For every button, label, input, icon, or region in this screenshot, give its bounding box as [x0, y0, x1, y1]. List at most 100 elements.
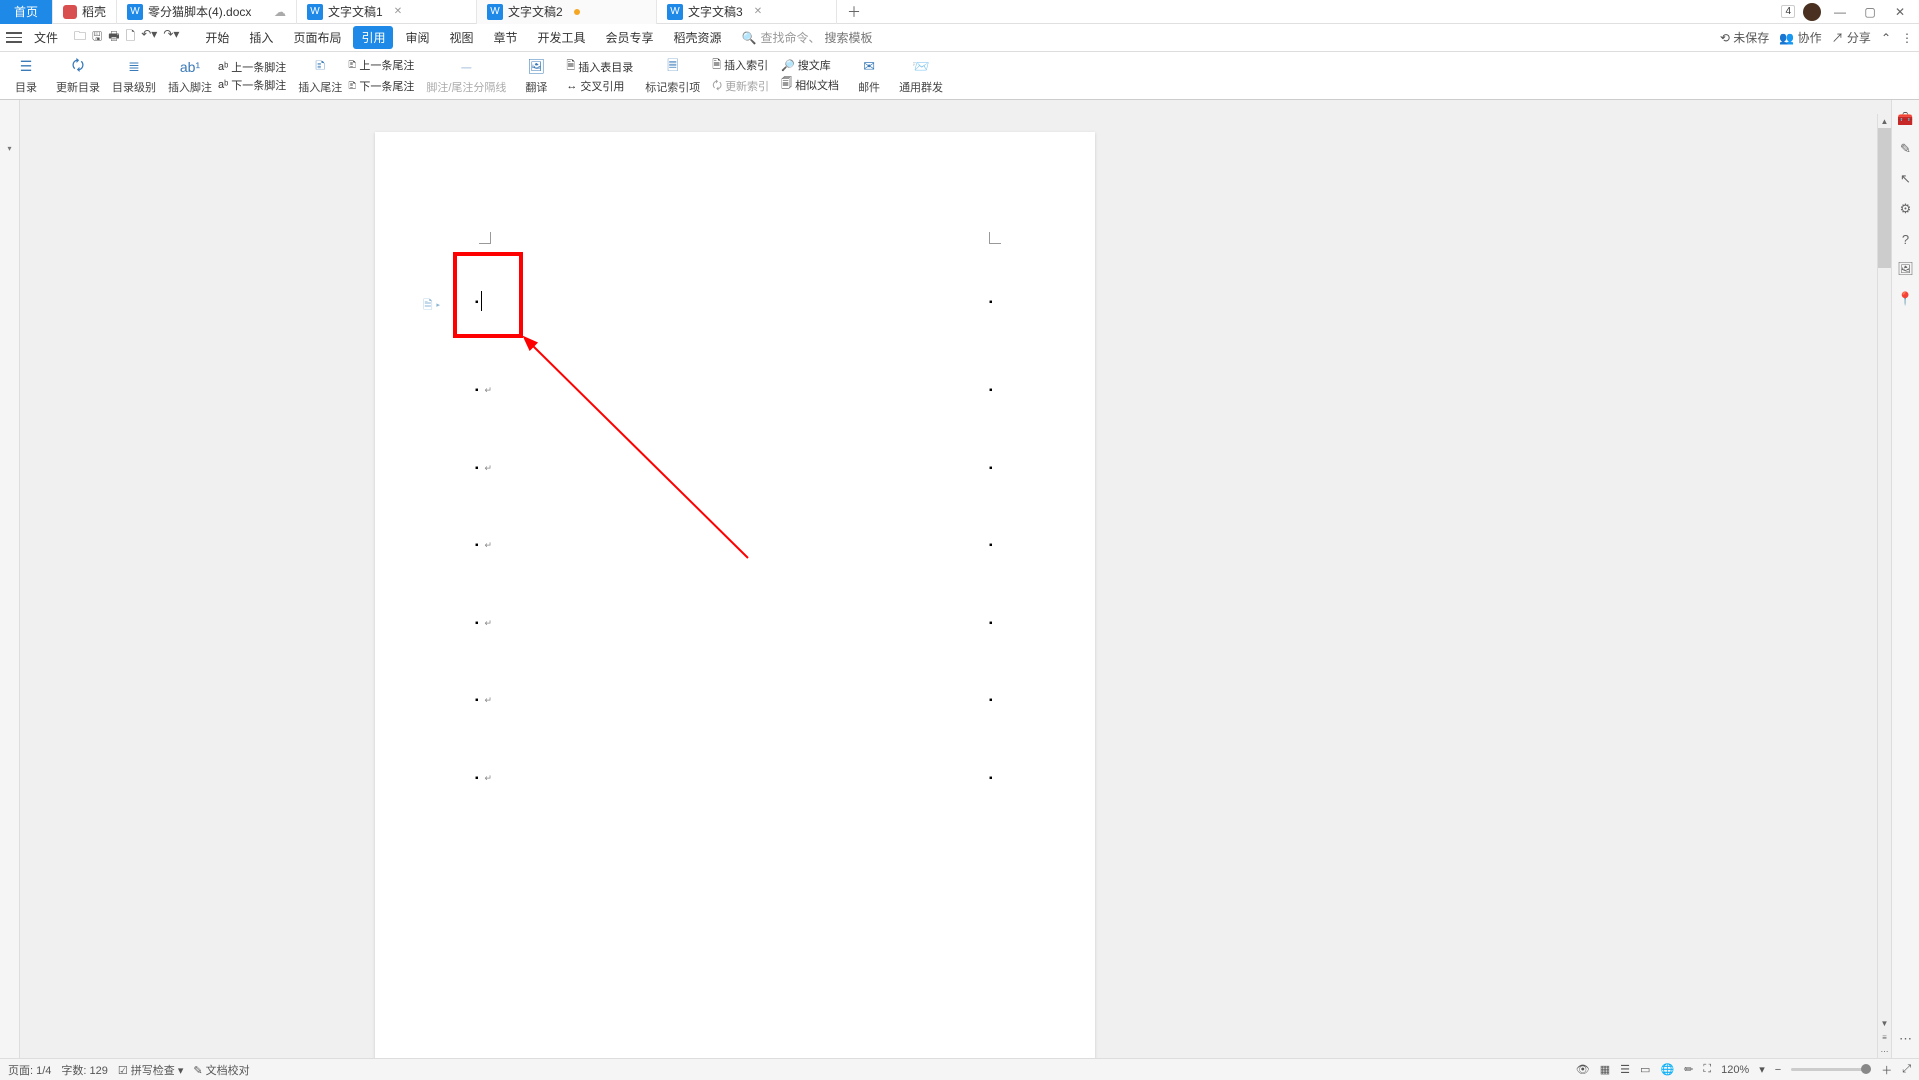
help-icon[interactable]: ?	[1897, 230, 1915, 248]
bullet-item[interactable]: ▪↵	[475, 463, 492, 474]
view-outline-icon[interactable]: ☰	[1620, 1063, 1630, 1076]
tab-doc-0[interactable]: W零分猫脚本(4).docx☁	[117, 0, 297, 24]
bullet-item[interactable]: ▪	[989, 773, 993, 784]
notification-badge[interactable]: 4	[1781, 5, 1795, 18]
mail-button[interactable]: ✉邮件	[851, 57, 887, 95]
fullscreen-icon[interactable]: ⤢	[1902, 1063, 1911, 1076]
next-endnote-button[interactable]: 🗈 下一条尾注	[348, 77, 414, 96]
unsaved-indicator[interactable]: ⟲ 未保存	[1720, 29, 1769, 46]
print-preview-icon[interactable]: 🗋	[126, 27, 136, 48]
toc-button[interactable]: ☰目录	[8, 57, 44, 95]
tab-devtools[interactable]: 开发工具	[530, 26, 594, 49]
bullet-item[interactable]: ▪	[989, 385, 993, 396]
tab-member[interactable]: 会员专享	[598, 26, 662, 49]
print-icon[interactable]: 🖶	[108, 27, 119, 48]
hamburger-icon[interactable]	[6, 31, 22, 45]
next-page-icon[interactable]: ⋯	[1878, 1044, 1891, 1058]
bullet-item[interactable]: ▪	[989, 695, 993, 706]
update-toc-button[interactable]: 🗘更新目录	[56, 57, 100, 95]
mark-index-button[interactable]: 🗏标记索引项	[645, 57, 700, 95]
minimize-button[interactable]: —	[1829, 1, 1851, 23]
scroll-thumb[interactable]	[1878, 128, 1891, 268]
prev-endnote-button[interactable]: 🗈 上一条尾注	[348, 56, 414, 75]
bullet-item[interactable]: ▪↵	[475, 695, 492, 706]
insert-endnote-button[interactable]: 🗈插入尾注	[298, 57, 342, 95]
eye-icon[interactable]: 👁	[1576, 1063, 1590, 1076]
bullet-item[interactable]: ▪	[989, 540, 993, 551]
toolbox-icon[interactable]: 🧰	[1897, 110, 1915, 128]
scroll-up-icon[interactable]: ▲	[1878, 114, 1891, 128]
tab-chapter[interactable]: 章节	[486, 26, 526, 49]
settings-icon[interactable]: ⚙	[1897, 200, 1915, 218]
page-indicator[interactable]: 页面: 1/4	[8, 1062, 51, 1078]
zoom-dropdown-icon[interactable]: ▾	[1759, 1063, 1765, 1076]
insert-caption-toc-button[interactable]: 🗎 插入表目录	[566, 57, 633, 76]
open-icon[interactable]: 🗀	[74, 27, 86, 48]
zoom-out-button[interactable]: −	[1775, 1064, 1781, 1076]
cross-reference-button[interactable]: ↔ 交叉引用	[566, 78, 633, 94]
spellcheck-toggle[interactable]: ☑ 拼写检查 ▾	[118, 1062, 184, 1078]
close-icon[interactable]: ✕	[394, 6, 402, 17]
vertical-scrollbar[interactable]: ▲ ▼ ≡ ⋯	[1877, 114, 1891, 1058]
search-library-button[interactable]: 🔎 搜文库	[781, 57, 839, 73]
document-canvas[interactable]: 🗎 ▸ ▪ ▪↵ ▪↵ ▪↵ ▪↵ ▪↵ ▪↵ ▪ ▪ ▪ ▪ ▪ ▪ ▪	[20, 100, 1891, 1058]
prev-footnote-button[interactable]: aᵇ 上一条脚注	[218, 59, 286, 75]
zoom-value[interactable]: 120%	[1721, 1064, 1749, 1076]
view-web-icon[interactable]: 🌐	[1660, 1063, 1674, 1076]
view-page-icon[interactable]: ▦	[1600, 1063, 1610, 1076]
tab-pagelayout[interactable]: 页面布局	[285, 26, 349, 49]
translate-button[interactable]: 🖼翻译	[518, 57, 554, 95]
bullet-item[interactable]: ▪↵	[475, 385, 492, 396]
tab-doc-2[interactable]: W文字文稿2	[477, 0, 657, 24]
more-icon[interactable]: ⋮	[1901, 31, 1913, 45]
more-panel-icon[interactable]: ⋯	[1897, 1030, 1915, 1048]
scroll-down-icon[interactable]: ▼	[1878, 1016, 1891, 1030]
maximize-button[interactable]: ▢	[1859, 1, 1881, 23]
tab-start[interactable]: 开始	[197, 26, 237, 49]
view-annotate-icon[interactable]: ✏	[1684, 1063, 1693, 1076]
mass-send-button[interactable]: 📨通用群发	[899, 57, 943, 95]
prev-page-icon[interactable]: ≡	[1878, 1030, 1891, 1044]
undo-icon[interactable]: ↶▾	[141, 27, 157, 48]
tab-review[interactable]: 审阅	[397, 26, 437, 49]
select-icon[interactable]: ↖	[1897, 170, 1915, 188]
bullet-item[interactable]: ▪	[989, 297, 993, 308]
view-read-icon[interactable]: ▭	[1640, 1063, 1650, 1076]
bullet-item[interactable]: ▪	[989, 618, 993, 629]
coop-button[interactable]: 👥 协作	[1779, 29, 1821, 46]
tab-doc-1[interactable]: W文字文稿1✕	[297, 0, 477, 24]
similar-docs-button[interactable]: 🗐 相似文档	[781, 75, 839, 94]
close-icon[interactable]: ✕	[754, 6, 762, 17]
zoom-slider[interactable]	[1791, 1068, 1871, 1071]
toc-level-button[interactable]: ≣目录级别	[112, 57, 156, 95]
avatar[interactable]	[1803, 3, 1821, 21]
fit-width-icon[interactable]: ⛶	[1703, 1063, 1711, 1076]
file-menu[interactable]: 文件	[28, 27, 64, 48]
tab-doc-3[interactable]: W文字文稿3✕	[657, 0, 837, 24]
word-count[interactable]: 字数: 129	[61, 1062, 107, 1078]
collapse-ribbon-icon[interactable]: ⌃	[1881, 31, 1891, 45]
vertical-ruler[interactable]: ▾	[0, 100, 20, 1058]
bullet-item[interactable]: ▪	[989, 463, 993, 474]
close-window-button[interactable]: ✕	[1889, 1, 1911, 23]
command-search[interactable]: 🔍 查找命令、	[742, 29, 925, 46]
next-footnote-button[interactable]: aᵇ 下一条脚注	[218, 77, 286, 93]
page-options-icon[interactable]: 🗎 ▸	[423, 296, 440, 317]
tab-resource[interactable]: 稻壳资源	[666, 26, 730, 49]
pen-icon[interactable]: ✎	[1897, 140, 1915, 158]
proofread-button[interactable]: ✎ 文档校对	[193, 1062, 249, 1078]
tab-reference[interactable]: 引用	[353, 26, 393, 49]
redo-icon[interactable]: ↷▾	[163, 27, 179, 48]
bullet-item[interactable]: ▪↵	[475, 773, 492, 784]
bullet-item[interactable]: ▪↵	[475, 540, 492, 551]
insert-footnote-button[interactable]: ab¹插入脚注	[168, 57, 212, 95]
bullet-item[interactable]: ▪↵	[475, 618, 492, 629]
tab-daoqiao[interactable]: 稻壳	[53, 0, 117, 24]
save-icon[interactable]: 🖫	[92, 27, 102, 48]
zoom-in-button[interactable]: ＋	[1881, 1062, 1892, 1078]
share-button[interactable]: ↗ 分享	[1832, 29, 1871, 46]
tab-home[interactable]: 首页	[0, 0, 53, 24]
insert-index-button[interactable]: 🗎 插入索引	[712, 56, 769, 75]
document-page[interactable]: 🗎 ▸ ▪ ▪↵ ▪↵ ▪↵ ▪↵ ▪↵ ▪↵ ▪ ▪ ▪ ▪ ▪ ▪ ▪	[375, 132, 1095, 1058]
zoom-knob[interactable]	[1861, 1064, 1871, 1074]
